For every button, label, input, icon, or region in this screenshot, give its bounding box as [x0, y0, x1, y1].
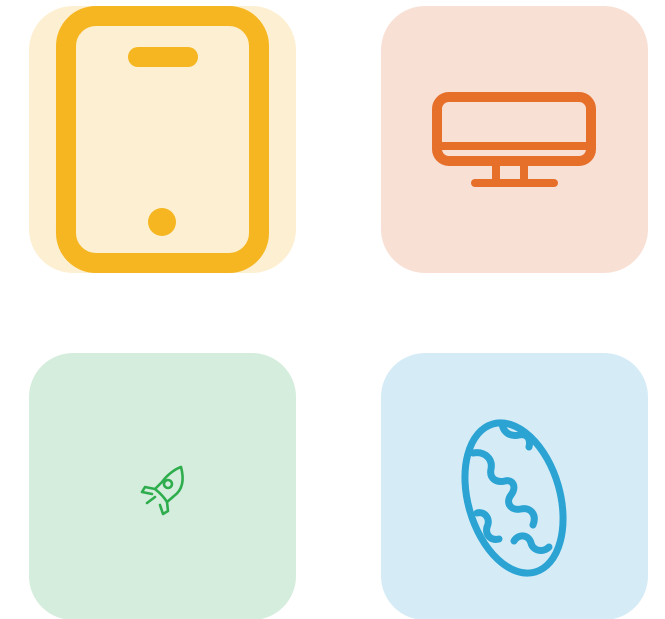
monitor-tile[interactable] — [381, 6, 648, 273]
rocket-icon — [140, 465, 184, 516]
smartphone-icon — [56, 6, 269, 273]
smartphone-tile[interactable] — [29, 6, 296, 273]
icon-grid — [0, 0, 665, 619]
globe-tile[interactable] — [381, 353, 648, 619]
rocket-tile[interactable] — [29, 353, 296, 619]
monitor-icon — [432, 92, 596, 187]
globe-icon — [461, 419, 567, 577]
